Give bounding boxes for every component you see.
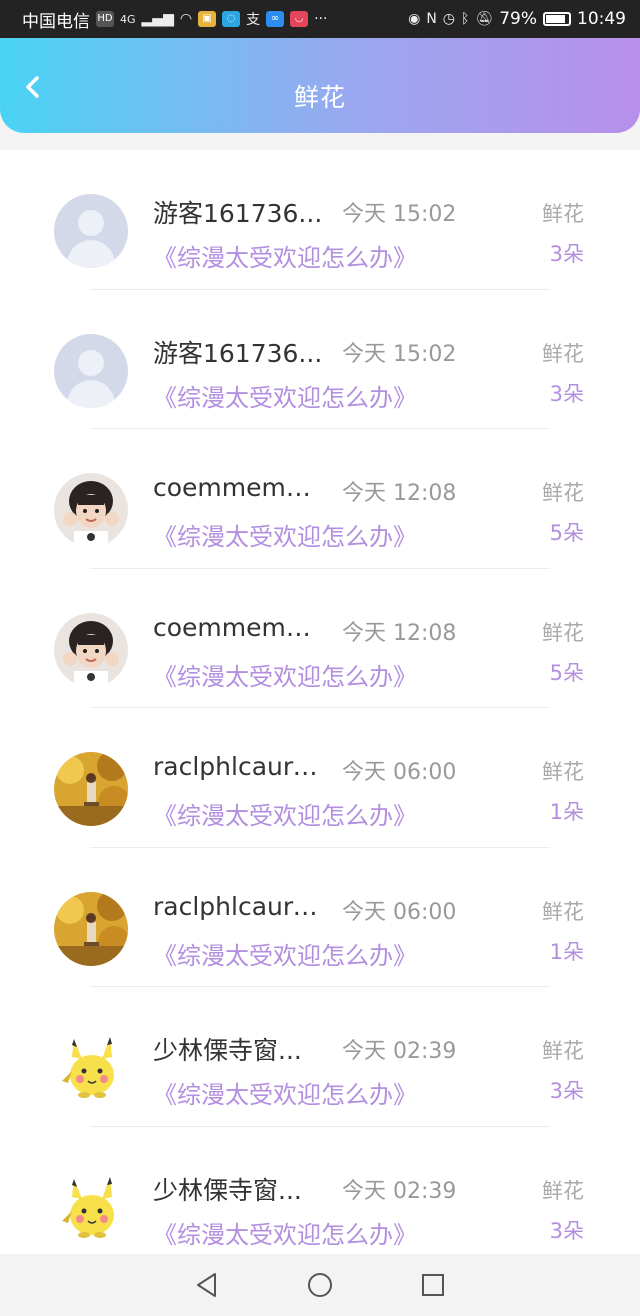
avatar[interactable]	[54, 333, 128, 408]
work-title-link[interactable]: 《综漫太受欢迎怎么办》	[153, 936, 417, 971]
list-item[interactable]: coemmemd... 今天 12:08 鲜花《综漫太受欢迎怎么办》 5朵	[0, 429, 640, 569]
nav-home-button[interactable]	[303, 1268, 337, 1302]
nickname: 少林傈寺窗...	[153, 1036, 302, 1065]
status-bar-right: ◉ N ◷ ᛒ 🔕︎ 79% 10:49	[408, 9, 626, 29]
work-title-link[interactable]: 《综漫太受欢迎怎么办》	[153, 657, 417, 692]
pikachu-avatar	[54, 1031, 128, 1105]
nickname: 游客161736...	[153, 338, 323, 368]
hd-badge: HD	[96, 11, 114, 27]
nickname: raclphlcaure...	[153, 752, 323, 781]
square-recents-icon	[422, 1274, 445, 1296]
nickname: 游客161736...	[153, 199, 323, 228]
work-title-link[interactable]: 《综漫太受欢迎怎么办》	[153, 796, 417, 831]
battery-percent: 79%	[499, 9, 537, 29]
list-item[interactable]: 游客161736... 今天 15:02 鲜花《综漫太受欢迎怎么办》 3朵	[0, 150, 640, 290]
timestamp: 今天 15:02	[342, 341, 457, 367]
nickname: raclphlcaure...	[153, 891, 323, 921]
flower-count: 3朵	[549, 381, 584, 406]
default-avatar-icon	[54, 194, 128, 268]
gift-type-label: 鲜花	[542, 1039, 584, 1063]
avatar[interactable]	[54, 1170, 128, 1245]
mute-icon: 🔕︎	[475, 11, 494, 27]
flower-count: 1朵	[549, 800, 584, 824]
timestamp: 今天 02:39	[342, 1039, 457, 1064]
gift-type-label: 鲜花	[542, 620, 584, 645]
page-title: 鲜花	[293, 83, 346, 112]
avatar[interactable]	[54, 1031, 128, 1105]
network-type-label: 4G	[120, 12, 136, 26]
flower-count: 5朵	[549, 521, 584, 545]
battery-icon	[543, 12, 571, 26]
work-title-link[interactable]: 《综漫太受欢迎怎么办》	[153, 517, 417, 552]
chat-notification-icon: ◌	[222, 11, 241, 27]
cloud-notification-icon: ∞	[266, 11, 285, 27]
avatar[interactable]	[54, 752, 128, 826]
work-title-link[interactable]: 《综漫太受欢迎怎么办》	[153, 378, 417, 413]
wifi-icon: ◠	[179, 11, 193, 27]
status-bar: 中国电信 HD 4G ▂▄▆ ◠ ▣ ◌ 支 ∞ ◡ ··· ◉ N ◷ ᛒ 🔕…	[0, 0, 640, 38]
nickname: coemmemd...	[153, 612, 323, 642]
timestamp: 今天 06:00	[342, 760, 457, 785]
flower-count: 5朵	[549, 660, 584, 685]
clock: 10:49	[577, 9, 626, 29]
timestamp: 今天 02:39	[342, 1178, 457, 1204]
carrier-label: 中国电信	[22, 11, 90, 32]
default-avatar-icon	[54, 333, 128, 408]
gift-type-label: 鲜花	[542, 341, 584, 366]
flower-count: 3朵	[549, 1218, 584, 1243]
timestamp: 今天 06:00	[342, 899, 457, 925]
triangle-back-icon	[196, 1273, 216, 1297]
timestamp: 今天 12:08	[342, 620, 457, 646]
nickname: coemmemd...	[153, 473, 323, 502]
child-photo-avatar	[54, 473, 128, 547]
eye-comfort-icon: ◉	[408, 11, 421, 27]
list-item[interactable]: 游客161736... 今天 15:02 鲜花《综漫太受欢迎怎么办》 3朵	[0, 290, 640, 429]
nav-back-button[interactable]	[190, 1268, 224, 1302]
nav-recents-button[interactable]	[416, 1268, 450, 1302]
list-item[interactable]: 少林傈寺窗... 今天 02:39 鲜花《综漫太受欢迎怎么办》 3朵	[0, 987, 640, 1127]
gift-type-label: 鲜花	[542, 1178, 584, 1203]
alipay-icon: 支	[246, 12, 261, 28]
system-navigation-bar	[0, 1254, 640, 1316]
signal-icon: ▂▄▆	[141, 11, 174, 27]
work-title-link[interactable]: 《综漫太受欢迎怎么办》	[153, 1215, 417, 1250]
nickname: 少林傈寺窗...	[153, 1175, 302, 1205]
avatar[interactable]	[54, 891, 128, 966]
list-item[interactable]: 少林傈寺窗... 今天 02:39 鲜花《综漫太受欢迎怎么办》 3朵	[0, 1127, 640, 1255]
avatar[interactable]	[54, 473, 128, 547]
page-header: 鲜花	[0, 38, 640, 133]
child-photo-avatar	[54, 612, 128, 687]
flower-count: 3朵	[549, 242, 584, 266]
timestamp: 今天 12:08	[342, 481, 457, 506]
timestamp: 今天 15:02	[342, 202, 457, 227]
gift-type-label: 鲜花	[542, 760, 584, 784]
list-item[interactable]: raclphlcaure... 今天 06:00 鲜花《综漫太受欢迎怎么办》 1朵	[0, 848, 640, 987]
autumn-photo-avatar	[54, 752, 128, 826]
list-item[interactable]: raclphlcaure... 今天 06:00 鲜花《综漫太受欢迎怎么办》 1朵	[0, 708, 640, 848]
nfc-icon: N	[426, 11, 437, 27]
status-bar-left: 中国电信 HD 4G ▂▄▆ ◠ ▣ ◌ 支 ∞ ◡ ···	[22, 7, 327, 32]
flower-count: 1朵	[549, 939, 584, 964]
avatar[interactable]	[54, 194, 128, 268]
flower-count: 3朵	[549, 1079, 584, 1103]
gift-type-label: 鲜花	[542, 202, 584, 226]
gift-type-label: 鲜花	[542, 899, 584, 924]
avatar[interactable]	[54, 612, 128, 687]
music-notification-icon: ◡	[290, 11, 309, 27]
bluetooth-icon: ᛒ	[461, 11, 470, 27]
autumn-photo-avatar	[54, 891, 128, 966]
more-notifications-icon: ···	[314, 11, 328, 27]
work-title-link[interactable]: 《综漫太受欢迎怎么办》	[153, 238, 417, 273]
work-title-link[interactable]: 《综漫太受欢迎怎么办》	[153, 1075, 417, 1110]
flower-record-list[interactable]: 游客161736... 今天 15:02 鲜花 《综漫太受欢迎怎么办》 3朵 游客1617…	[0, 150, 640, 1254]
list-item[interactable]: coemmemd... 今天 12:08 鲜花《综漫太受欢迎怎么办》 5朵	[0, 569, 640, 708]
alarm-icon: ◷	[442, 11, 456, 27]
pikachu-avatar	[54, 1170, 128, 1245]
gift-type-label: 鲜花	[542, 481, 584, 505]
app-notification-icon: ▣	[198, 11, 217, 27]
circle-home-icon	[307, 1273, 332, 1297]
